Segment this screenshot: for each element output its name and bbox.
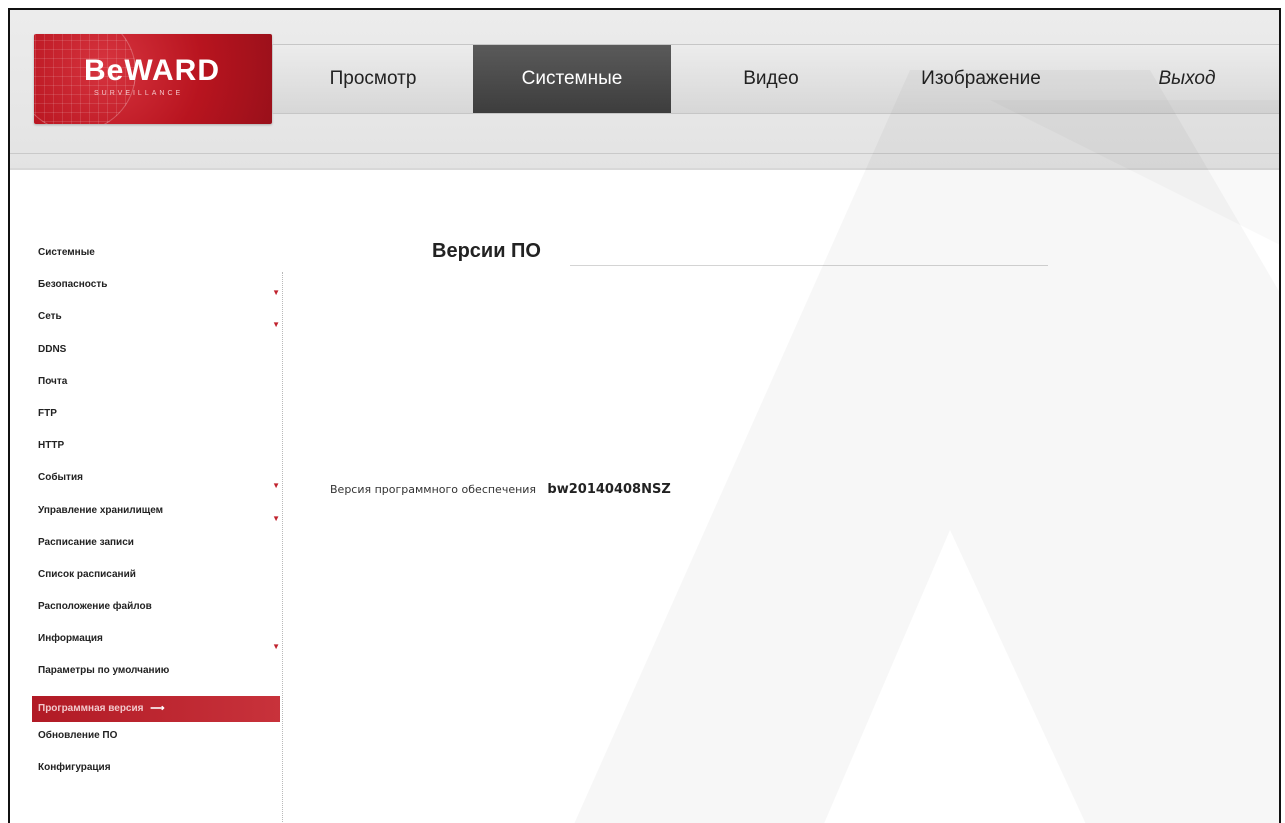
tab-logout[interactable]: Выход [1091, 45, 1279, 113]
sidebar-item-label: Управление хранилищем [38, 504, 164, 516]
sidebar-item-label: Почта [38, 375, 68, 387]
sidebar-item-label: HTTP [38, 440, 65, 452]
sidebar-item-firmware-update[interactable]: Обновление ПО [32, 725, 280, 757]
firmware-version-row: Версия программного обеспечения bw201404… [330, 482, 671, 497]
sidebar-item-label: Конфигурация [38, 761, 111, 773]
sidebar-item-record-schedule[interactable]: Расписание записи [32, 532, 280, 564]
sidebar-item-schedule-list[interactable]: Список расписаний [32, 564, 280, 596]
sidebar-divider [282, 272, 283, 822]
tab-video[interactable]: Видео [671, 45, 871, 113]
sidebar-item-events[interactable]: События ▼ [32, 467, 280, 499]
expand-arrow-icon[interactable]: ▼ [272, 282, 280, 304]
sidebar-item-label: Системные [38, 247, 95, 258]
firmware-version-label: Версия программного обеспечения [330, 483, 537, 496]
sidebar-item-label: Программная версия [38, 702, 144, 714]
sidebar-item-label: Безопасность [38, 279, 108, 291]
sidebar-item-ddns[interactable]: DDNS [32, 339, 280, 371]
sidebar-item-software-version[interactable]: Программная версия ⟶ [32, 695, 280, 722]
sidebar-item-label: Информация [38, 633, 103, 645]
sidebar-item-label: DDNS [38, 343, 67, 355]
beward-logo[interactable]: BeWARD SURVEILLANCE [34, 34, 272, 124]
app-window: BeWARD SURVEILLANCE Просмотр Системные В… [8, 8, 1281, 823]
sidebar-menu: Системные Безопасность ▼ Сеть ▼ DDNS Поч… [32, 242, 280, 789]
header-bottom-edge [10, 168, 1279, 170]
sidebar-item-information[interactable]: Информация ▼ [32, 628, 280, 660]
sidebar-item-security[interactable]: Безопасность ▼ [32, 274, 280, 306]
sidebar-item-label: Расположение файлов [38, 601, 152, 613]
firmware-version-value: bw20140408NSZ [547, 482, 671, 497]
sidebar-item-label: Расписание записи [38, 536, 134, 548]
sidebar-item-network[interactable]: Сеть ▼ [32, 306, 280, 338]
expand-arrow-icon[interactable]: ▼ [272, 636, 280, 658]
sidebar-item-system[interactable]: Системные [32, 242, 280, 274]
expand-arrow-icon[interactable]: ▼ [272, 508, 280, 530]
sidebar-item-label: События [38, 472, 83, 484]
sidebar-item-label: Параметры по умолчанию [38, 665, 170, 677]
logo-subtext: SURVEILLANCE [94, 90, 184, 97]
page-title: Версии ПО [432, 240, 541, 262]
sidebar-item-label: Список расписаний [38, 568, 136, 580]
top-nav: Просмотр Системные Видео Изображение Вых… [272, 44, 1279, 114]
sidebar-item-storage[interactable]: Управление хранилищем ▼ [32, 500, 280, 532]
tab-system[interactable]: Системные [473, 45, 671, 113]
sidebar-item-label: Обновление ПО [38, 729, 118, 741]
sidebar-item-label: FTP [38, 407, 57, 419]
expand-arrow-icon[interactable]: ▼ [272, 314, 280, 336]
sidebar-item-http[interactable]: HTTP [32, 435, 280, 467]
sidebar-item-configuration[interactable]: Конфигурация [32, 757, 280, 789]
sidebar-item-defaults[interactable]: Параметры по умолчанию [32, 660, 280, 692]
arrow-right-icon: ⟶ [150, 702, 165, 714]
title-underline [570, 265, 1048, 266]
sidebar-item-label: Сеть [38, 311, 62, 323]
tab-view[interactable]: Просмотр [273, 45, 473, 113]
expand-arrow-icon[interactable]: ▼ [272, 475, 280, 497]
sidebar-item-ftp[interactable]: FTP [32, 403, 280, 435]
header: BeWARD SURVEILLANCE Просмотр Системные В… [10, 10, 1279, 170]
tab-image[interactable]: Изображение [871, 45, 1091, 113]
header-divider [10, 153, 1279, 154]
sidebar-item-file-location[interactable]: Расположение файлов [32, 596, 280, 628]
logo-text: BeWARD [84, 54, 221, 87]
sidebar-item-mail[interactable]: Почта [32, 371, 280, 403]
